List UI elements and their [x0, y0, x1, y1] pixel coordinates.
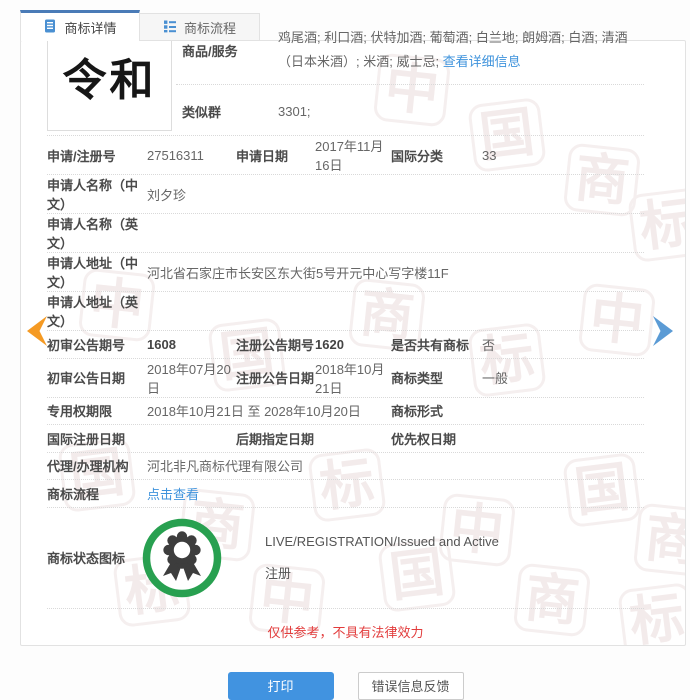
- field-label: 初审公告日期: [47, 368, 147, 387]
- goods-services-label: 商品/服务: [176, 41, 278, 60]
- next-arrow-button[interactable]: [652, 315, 674, 350]
- field-value: 刘夕珍: [147, 185, 644, 204]
- table-row: 国际注册日期 后期指定日期 优先权日期: [47, 425, 644, 453]
- field-label: 申请日期: [236, 146, 315, 165]
- field-label: 国际分类: [391, 146, 482, 165]
- table-row: 申请人名称（中文） 刘夕珍: [47, 175, 644, 214]
- field-value: 一般: [482, 368, 644, 387]
- field-value: 2018年07月20日: [147, 359, 236, 397]
- field-value: 2018年10月21日 至 2028年10月20日: [147, 401, 391, 420]
- field-value: 33: [482, 148, 644, 163]
- field-label: 申请人名称（中文）: [47, 175, 147, 213]
- field-label: 商标形式: [391, 401, 482, 420]
- table-row: 申请人名称（英文）: [47, 214, 644, 253]
- field-value: 2017年11月16日: [315, 136, 391, 174]
- detail-content: 令和 商品/服务 鸡尾酒; 利口酒; 伏特加酒; 葡萄酒; 白兰地; 朗姆酒; …: [47, 20, 644, 700]
- goods-services-value: 鸡尾酒; 利口酒; 伏特加酒; 葡萄酒; 白兰地; 朗姆酒; 白酒; 清酒（日本…: [278, 26, 644, 74]
- registered-badge-icon: [141, 517, 223, 599]
- field-value: 河北省石家庄市长安区东大街5号开元中心写字楼11F: [147, 263, 644, 282]
- chevron-left-icon: [26, 335, 48, 350]
- field-label: 专用权期限: [47, 401, 147, 420]
- field-label: 国际注册日期: [47, 429, 147, 448]
- trademark-mark-text: 令和: [63, 44, 157, 108]
- field-value: 1608: [147, 337, 236, 352]
- error-feedback-button[interactable]: 错误信息反馈: [358, 672, 464, 700]
- similar-group-value: 3301;: [278, 104, 311, 119]
- chevron-right-icon: [652, 335, 674, 350]
- table-row: 初审公告期号 1608 注册公告期号 1620 是否共有商标 否: [47, 331, 644, 359]
- field-label: 代理/办理机构: [47, 456, 147, 475]
- field-label: 申请人名称（英文）: [47, 214, 147, 252]
- tab-label: 商标流程: [184, 18, 236, 37]
- table-row: 商标流程 点击查看: [47, 480, 644, 508]
- field-label: 后期指定日期: [236, 429, 315, 448]
- field-label: 申请/注册号: [47, 146, 147, 165]
- field-value: 河北非凡商标代理有限公司: [147, 456, 644, 475]
- table-row: 代理/办理机构 河北非凡商标代理有限公司: [47, 453, 644, 481]
- tab-trademark-process[interactable]: 商标流程: [140, 13, 260, 41]
- previous-arrow-button[interactable]: [26, 315, 48, 350]
- field-label: 注册公告日期: [236, 368, 315, 387]
- tab-bar: 商标详情 商标流程: [20, 10, 260, 41]
- tab-trademark-details[interactable]: 商标详情: [20, 10, 140, 41]
- trademark-status-row: 商标状态图标 LIVE/REGISTRATION/Issued and Acti…: [47, 508, 644, 609]
- field-value: 否: [482, 335, 644, 354]
- list-icon: [163, 19, 177, 36]
- document-icon: [43, 19, 57, 36]
- field-value: 2018年10月21日: [315, 359, 391, 397]
- field-label: 是否共有商标: [391, 335, 482, 354]
- table-row: 申请人地址（中文） 河北省石家庄市长安区东大街5号开元中心写字楼11F: [47, 253, 644, 292]
- table-row: 申请/注册号 27516311 申请日期 2017年11月16日 国际分类 33: [47, 136, 644, 175]
- status-label: 商标状态图标: [47, 548, 147, 567]
- table-row: 申请人地址（英文）: [47, 292, 644, 331]
- field-value: 27516311: [147, 148, 236, 163]
- tab-label: 商标详情: [64, 18, 116, 37]
- field-label: 商标流程: [47, 484, 147, 503]
- view-details-link[interactable]: 查看详细信息: [443, 54, 521, 69]
- similar-group-row: 类似群 3301;: [176, 85, 644, 135]
- table-row: 专用权期限 2018年10月21日 至 2028年10月20日 商标形式: [47, 398, 644, 426]
- field-label: 申请人地址（中文）: [47, 253, 147, 291]
- disclaimer-text: 仅供参考，不具有法律效力: [47, 609, 644, 659]
- field-label: 商标类型: [391, 368, 482, 387]
- field-label: 注册公告期号: [236, 335, 315, 354]
- status-line-en: LIVE/REGISTRATION/Issued and Active: [265, 534, 499, 549]
- field-value: 1620: [315, 337, 391, 352]
- view-process-link[interactable]: 点击查看: [147, 484, 644, 503]
- field-label: 优先权日期: [391, 429, 482, 448]
- field-label: 初审公告期号: [47, 335, 147, 354]
- table-row: 初审公告日期 2018年07月20日 注册公告日期 2018年10月21日 商标…: [47, 359, 644, 398]
- print-button[interactable]: 打印: [228, 672, 334, 700]
- action-buttons: 打印 错误信息反馈: [47, 672, 644, 700]
- status-line-cn: 注册: [265, 563, 499, 582]
- field-label: 申请人地址（英文）: [47, 292, 147, 330]
- similar-group-label: 类似群: [176, 102, 278, 121]
